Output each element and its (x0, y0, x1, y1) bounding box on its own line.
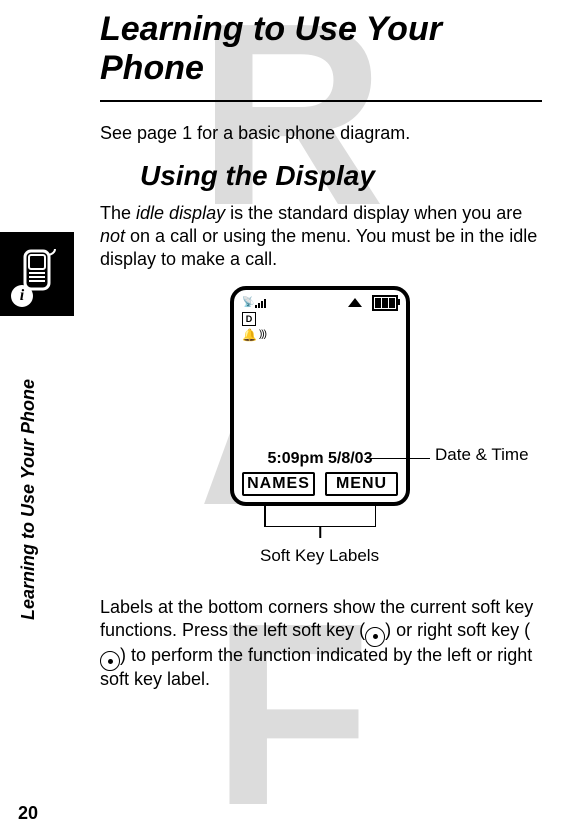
text-part: The (100, 203, 136, 223)
d-indicator-icon: D (242, 312, 256, 326)
idle-display-paragraph: The idle display is the standard display… (100, 202, 542, 272)
callout-date-time: Date & Time (435, 446, 529, 465)
idle-display-term: idle display (136, 203, 225, 223)
text-part: is the standard display when you are (225, 203, 522, 223)
callout-text: Date & Time (435, 445, 529, 464)
info-icon: i (11, 285, 33, 307)
not-term: not (100, 226, 125, 246)
sound-waves-icon: ))) (259, 329, 266, 340)
status-bar-2: 🔔 ))) (242, 328, 398, 342)
page-number: 20 (18, 803, 38, 824)
intro-text: See page 1 for a basic phone diagram. (100, 122, 542, 145)
page-title: Learning to Use Your Phone (100, 10, 542, 88)
up-arrow-icon (348, 298, 362, 307)
phone-screen-mockup: 📡 D 🔔 ))) 5:09pm 5/8/03 NAMES MENU (230, 286, 410, 506)
right-softkey-icon (100, 651, 120, 671)
callout-softkeys: Soft Key Labels (260, 546, 379, 566)
text-part: ) to perform the function indicated by t… (100, 645, 532, 690)
softkey-bracket (250, 506, 390, 546)
phone-icon: i (15, 247, 59, 301)
left-softkey-icon (365, 627, 385, 647)
softkey-left: NAMES (242, 472, 315, 496)
spine-label: Learning to Use Your Phone (18, 379, 39, 620)
title-rule (100, 100, 542, 102)
status-bar: 📡 (242, 296, 398, 310)
battery-icon (372, 295, 398, 311)
softkey-paragraph: Labels at the bottom corners show the cu… (100, 596, 542, 692)
phone-info-tab: i (0, 232, 74, 316)
callout-line-datetime (366, 458, 430, 460)
callout-text: Soft Key Labels (260, 546, 379, 565)
text-part: on a call or using the menu. You must be… (100, 226, 537, 269)
bell-icon: 🔔 (242, 328, 257, 342)
softkey-row: NAMES MENU (242, 472, 398, 496)
softkey-right: MENU (325, 472, 398, 496)
text-part: ) or right soft key ( (385, 620, 530, 640)
signal-icon: 📡 (242, 297, 266, 308)
section-heading: Using the Display (140, 160, 542, 192)
display-diagram: 📡 D 🔔 ))) 5:09pm 5/8/03 NAMES MENU (100, 286, 542, 586)
